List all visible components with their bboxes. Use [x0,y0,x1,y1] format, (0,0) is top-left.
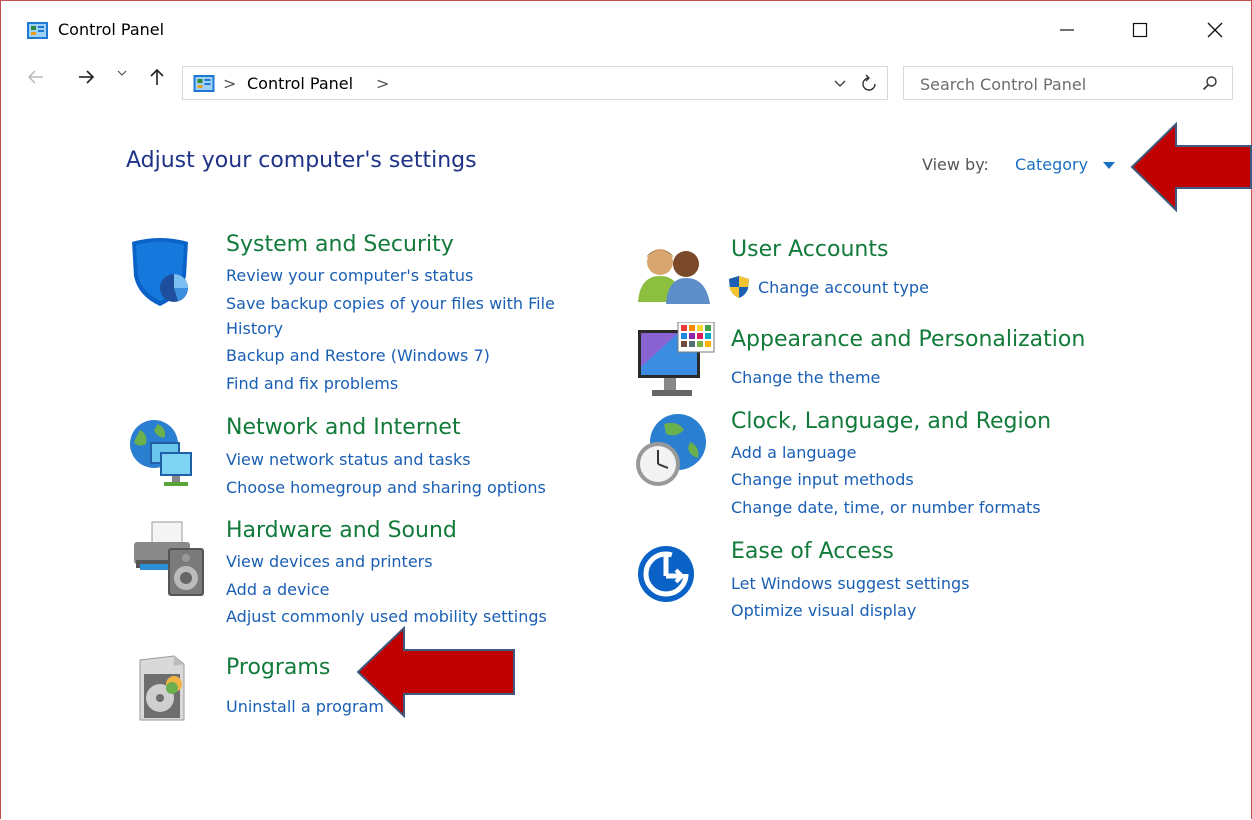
link-save-backup[interactable]: Save backup copies of your files with Fi… [226,294,555,313]
back-button[interactable] [24,68,48,86]
category-title-network-internet[interactable]: Network and Internet [226,415,461,440]
link-review-status[interactable]: Review your computer's status [226,266,473,285]
title-bar: Control Panel [0,0,1252,60]
link-change-theme[interactable]: Change the theme [731,368,880,387]
chevron-down-icon [834,80,846,87]
link-find-fix[interactable]: Find and fix problems [226,374,398,393]
breadcrumb-separator-end[interactable]: > [376,74,389,93]
link-homegroup[interactable]: Choose homegroup and sharing options [226,478,546,497]
link-add-device[interactable]: Add a device [226,580,330,599]
annotation-arrow-viewby [1130,122,1252,212]
refresh-button[interactable] [858,73,880,93]
address-box[interactable]: > Control Panel > [182,66,888,100]
minimize-icon [1060,29,1074,31]
recent-locations-button[interactable] [114,68,130,78]
category-title-hardware-sound[interactable]: Hardware and Sound [226,518,457,543]
arrow-left-icon [28,70,43,84]
programs-disc-icon[interactable] [134,654,190,724]
category-title-system-security[interactable]: System and Security [226,232,454,257]
category-title-ease-of-access[interactable]: Ease of Access [731,539,894,564]
view-by-dropdown[interactable]: Category [1015,155,1088,174]
link-suggest-settings[interactable]: Let Windows suggest settings [731,574,969,593]
link-change-account-type[interactable]: Change account type [758,278,929,297]
up-button[interactable] [146,68,168,86]
forward-button[interactable] [74,68,98,86]
arrow-right-icon [79,70,95,84]
maximize-icon [1132,22,1148,38]
link-date-time-formats[interactable]: Change date, time, or number formats [731,498,1041,517]
link-backup-restore[interactable]: Backup and Restore (Windows 7) [226,346,490,365]
link-change-input[interactable]: Change input methods [731,470,914,489]
view-by-label: View by: [922,155,989,174]
category-title-user-accounts[interactable]: User Accounts [731,237,888,262]
address-dropdown-button[interactable] [832,74,848,92]
monitor-palette-icon[interactable] [638,322,718,400]
category-title-appearance[interactable]: Appearance and Personalization [731,327,1085,352]
refresh-icon [862,74,876,91]
close-button[interactable] [1192,10,1238,50]
category-title-programs[interactable]: Programs [226,655,330,680]
search-input[interactable] [918,73,1192,95]
link-mobility-settings[interactable]: Adjust commonly used mobility settings [226,607,547,626]
close-icon [1207,22,1223,38]
link-network-status[interactable]: View network status and tasks [226,450,471,469]
minimize-button[interactable] [1044,10,1090,50]
search-box[interactable] [903,66,1233,100]
ease-of-access-icon[interactable] [636,540,696,606]
search-icon[interactable] [1202,75,1218,91]
breadcrumb-separator[interactable]: > [223,74,236,93]
chevron-down-icon [117,70,127,76]
link-save-backup-cont[interactable]: History [226,319,283,338]
annotation-arrow-programs [356,626,515,718]
user-accounts-icon[interactable] [636,244,712,304]
uac-shield-icon [729,276,749,298]
link-devices-printers[interactable]: View devices and printers [226,552,433,571]
control-panel-small-icon [193,75,215,92]
page-title: Adjust your computer's settings [126,148,477,173]
link-add-language[interactable]: Add a language [731,443,856,462]
network-globe-icon[interactable] [128,416,198,490]
maximize-button[interactable] [1117,10,1163,50]
globe-clock-icon[interactable] [634,412,710,488]
printer-speaker-icon[interactable] [128,520,210,602]
arrow-up-icon [150,68,164,85]
breadcrumb-control-panel[interactable]: Control Panel [247,74,353,93]
category-title-clock-language[interactable]: Clock, Language, and Region [731,409,1051,434]
control-panel-app-icon [27,22,48,39]
shield-icon[interactable] [128,236,192,308]
link-optimize-display[interactable]: Optimize visual display [731,601,916,620]
dropdown-triangle-icon[interactable] [1103,162,1115,169]
window-title: Control Panel [58,20,165,39]
